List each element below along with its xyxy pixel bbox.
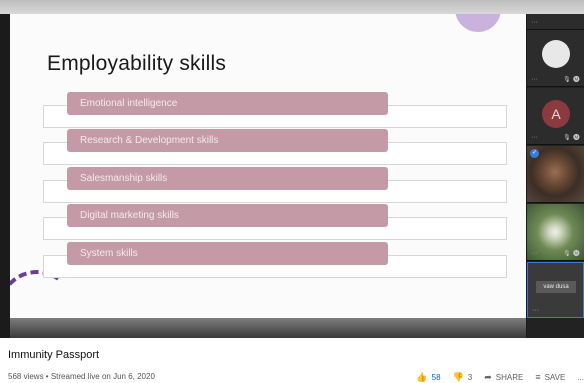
participants-sidebar: ··· ··· 🎙 Ⓜ A ··· 🎙 Ⓜ ✓ ··· 🎙 Ⓜ vaw dusa… [527, 14, 584, 338]
more-dots-icon[interactable]: ··· [531, 19, 538, 26]
more-button[interactable]: ... [577, 373, 584, 382]
avatar: A [542, 100, 570, 128]
dislike-count: 3 [467, 372, 473, 382]
meet-top-bar [0, 0, 584, 14]
participant-tile[interactable]: A ··· 🎙 Ⓜ [527, 88, 584, 145]
participant-tile[interactable]: ··· 🎙 Ⓜ [527, 204, 584, 261]
skill-pill: Research & Development skills [67, 129, 388, 152]
skill-pill: Emotional intelligence [67, 92, 388, 115]
avatar [542, 40, 570, 68]
participant-tile-active[interactable]: vaw dusa ··· [527, 262, 584, 318]
save-label: SAVE [544, 372, 566, 382]
video-title: Immunity Passport [8, 349, 100, 361]
skill-pill: Digital marketing skills [67, 204, 388, 227]
slide-title: Employability skills [47, 52, 227, 75]
more-dots-icon[interactable]: ··· [531, 76, 538, 83]
more-dots-icon[interactable]: ··· [531, 134, 538, 141]
like-count: 58 [431, 372, 441, 382]
participant-name: vaw dusa [536, 281, 576, 293]
participant-tile[interactable]: ··· [527, 14, 584, 30]
presentation-slide: Employability skills Emotional intellige… [10, 14, 526, 320]
participant-tile[interactable]: ··· 🎙 Ⓜ [527, 30, 584, 87]
share-label: SHARE [495, 372, 524, 382]
skill-pill: Salesmanship skills [67, 167, 388, 190]
participant-tile[interactable]: ✓ [527, 146, 584, 203]
decorative-circle [455, 14, 501, 32]
check-icon: ✓ [530, 149, 539, 158]
video-player[interactable]: Employability skills Emotional intellige… [0, 0, 584, 338]
mic-icon: 🎙 Ⓜ [563, 135, 580, 141]
skill-pill: System skills [67, 242, 388, 265]
more-dots-icon[interactable]: ··· [532, 307, 539, 314]
mic-icon: 🎙 Ⓜ [563, 77, 580, 83]
more-icon: ... [577, 372, 584, 382]
video-actions: 👍 58 👎 3 ➦ SHARE ≡ SAVE ... [404, 371, 584, 383]
video-meta: 568 views • Streamed live on Jun 6, 2020 [8, 372, 155, 381]
slide-bottom-band [10, 318, 526, 338]
mic-icon: 🎙 Ⓜ [563, 251, 580, 257]
more-dots-icon[interactable]: ··· [531, 250, 538, 257]
